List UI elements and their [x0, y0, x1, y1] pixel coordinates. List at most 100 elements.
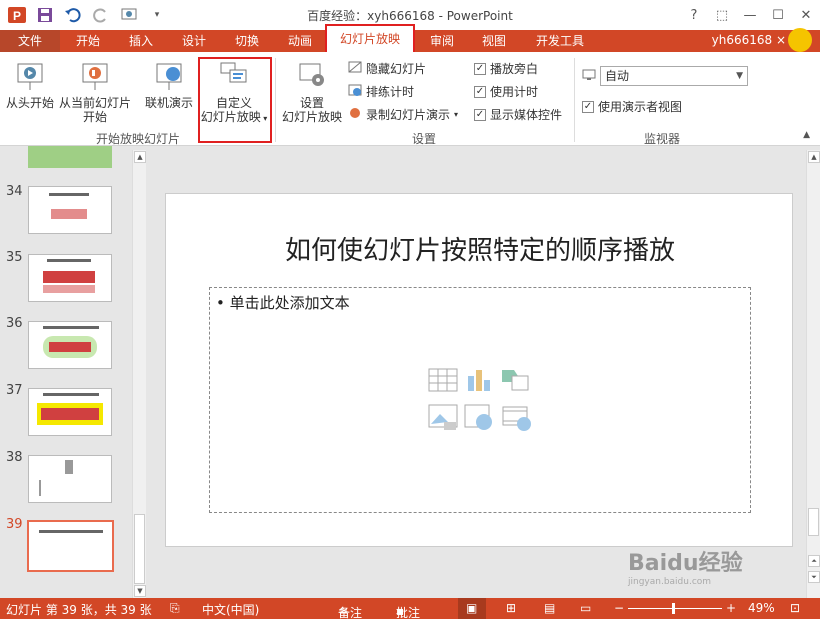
checkbox-checked-icon: ✓: [582, 100, 594, 113]
monitor-select-value: 自动: [605, 69, 630, 83]
status-bar: 幻灯片 第 39 张，共 39 张 ⎘ 中文(中国) ≐ 备注 ▪ 批注 ▣ ⊞…: [0, 598, 820, 619]
content-placeholder-text: • 单击此处添加文本: [216, 294, 350, 312]
notes-label: 备注: [338, 606, 363, 619]
avatar[interactable]: [788, 28, 812, 52]
record-slide-show-button[interactable]: 录制幻灯片演示 ▾: [348, 106, 458, 123]
slide-show-icon[interactable]: ▭: [580, 601, 591, 615]
insert-table-icon[interactable]: [428, 368, 458, 395]
ribbon: 从头开始 从当前幻灯片 开始 联机演示 自定义 幻灯片放映 ▾ 开始放映幻灯片 …: [0, 52, 820, 146]
watermark-text: Baidu经验: [628, 551, 743, 576]
slide-number: 35: [6, 250, 23, 265]
zoom-slider[interactable]: [628, 608, 722, 609]
dropdown-arrow-icon: ▾: [454, 110, 459, 119]
record-slide-show-icon: [348, 106, 362, 123]
minimize-button[interactable]: —: [736, 0, 764, 30]
tab-home[interactable]: 开始: [68, 30, 108, 52]
window-controls: ? ⬚ — ☐ ✕: [680, 0, 820, 30]
setup-label-1: 设置: [299, 96, 324, 110]
thumbnails-scrollbar[interactable]: ▲ ▼: [132, 150, 146, 598]
hide-slide-icon: [348, 60, 362, 77]
ribbon-separator: [275, 58, 276, 142]
scroll-down-icon[interactable]: ▼: [134, 585, 146, 597]
present-online-icon: [153, 60, 185, 92]
maximize-button[interactable]: ☐: [764, 0, 792, 30]
zoom-slider-thumb[interactable]: [672, 603, 675, 614]
tab-animations[interactable]: 动画: [280, 30, 320, 52]
present-online-button[interactable]: 联机演示: [140, 60, 198, 110]
rehearse-timings-label: 排练计时: [366, 85, 415, 99]
presenter-view-label: 使用演示者视图: [598, 100, 683, 114]
use-timings-label: 使用计时: [490, 85, 539, 99]
rehearse-timings-icon: [348, 83, 362, 100]
slide-number: 39: [6, 517, 23, 532]
use-timings-checkbox[interactable]: ✓ 使用计时: [474, 83, 538, 100]
insert-chart-icon[interactable]: [466, 366, 492, 395]
tab-insert[interactable]: 插入: [121, 30, 161, 52]
slide-canvas[interactable]: 如何使幻灯片按照特定的顺序播放 • 单击此处添加文本: [165, 193, 793, 547]
content-placeholder[interactable]: • 单击此处添加文本: [209, 287, 751, 513]
from-current-slide-icon: [79, 60, 111, 92]
zoom-out-icon[interactable]: −: [614, 601, 624, 615]
scroll-up-icon[interactable]: ▲: [134, 151, 146, 163]
next-slide-icon[interactable]: ⏷: [808, 571, 820, 583]
insert-video-icon[interactable]: [502, 404, 532, 435]
slide-thumbnails-pane: 34 35 36 37 38 39 ▲ ▼: [0, 146, 148, 598]
slide-thumbnail[interactable]: [28, 321, 112, 369]
ribbon-display-icon[interactable]: ⬚: [708, 0, 736, 30]
show-media-controls-checkbox[interactable]: ✓ 显示媒体控件: [474, 106, 562, 123]
chevron-down-icon: ▼: [736, 71, 743, 81]
slide-thumbnail-selected[interactable]: [27, 520, 114, 572]
slide-count: 幻灯片 第 39 张，共 39 张: [6, 603, 152, 617]
slide-thumbnail[interactable]: [28, 254, 112, 302]
from-current-slide-button[interactable]: 从当前幻灯片 开始: [58, 60, 132, 124]
reading-view-icon[interactable]: ▤: [544, 601, 555, 615]
from-beginning-button[interactable]: 从头开始: [4, 60, 56, 110]
scrollbar-thumb[interactable]: [134, 514, 145, 584]
tab-review[interactable]: 审阅: [422, 30, 462, 52]
monitor-icon: [582, 68, 596, 85]
zoom-in-icon[interactable]: +: [726, 601, 736, 615]
zoom-level[interactable]: 49%: [748, 601, 775, 615]
setup-label-2: 幻灯片放映: [281, 110, 342, 124]
slide-thumbnail[interactable]: [28, 186, 112, 234]
help-button[interactable]: ?: [680, 0, 708, 30]
slide-thumbnail[interactable]: [28, 388, 112, 436]
slide-thumbnail[interactable]: [28, 455, 112, 503]
setup-slide-show-button[interactable]: 设置 幻灯片放映: [280, 60, 344, 124]
scroll-up-icon[interactable]: ▲: [808, 151, 820, 163]
spell-check-icon[interactable]: ⎘: [170, 601, 180, 616]
group-label-start-slideshow: 开始放映幻灯片: [96, 132, 181, 146]
slide-title[interactable]: 如何使幻灯片按照特定的顺序播放: [166, 230, 794, 267]
close-button[interactable]: ✕: [792, 0, 820, 30]
slide-number: 38: [6, 450, 23, 465]
tab-file[interactable]: 文件: [0, 30, 60, 52]
from-current-label-2: 开始: [82, 110, 107, 124]
slide-thumbnail[interactable]: [28, 146, 112, 168]
group-label-setup: 设置: [412, 132, 437, 146]
insert-online-picture-icon[interactable]: [464, 404, 494, 435]
watermark-url: jingyan.baidu.com: [628, 577, 712, 587]
insert-smartart-icon[interactable]: [500, 366, 530, 395]
tab-developer[interactable]: 开发工具: [528, 30, 592, 52]
comments-label: 批注: [396, 606, 421, 619]
rehearse-timings-button[interactable]: 排练计时: [348, 83, 414, 100]
insert-picture-icon[interactable]: [428, 404, 458, 435]
tab-view[interactable]: 视图: [474, 30, 514, 52]
group-label-monitors: 监视器: [644, 132, 681, 146]
presenter-view-checkbox[interactable]: ✓ 使用演示者视图: [582, 98, 682, 115]
from-beginning-icon: [14, 60, 46, 92]
hide-slide-button[interactable]: 隐藏幻灯片: [348, 60, 426, 77]
highlight-box: [198, 57, 272, 143]
language-indicator[interactable]: 中文(中国): [202, 601, 259, 618]
slide-sorter-icon[interactable]: ⊞: [506, 601, 516, 615]
play-narrations-checkbox[interactable]: ✓ 播放旁白: [474, 60, 538, 77]
fit-slide-icon[interactable]: ⊡: [790, 601, 800, 615]
collapse-ribbon-icon[interactable]: ▲: [803, 130, 810, 140]
scrollbar-thumb[interactable]: [808, 508, 819, 536]
slide-scrollbar[interactable]: ▲ ⏶ ⏷: [806, 150, 820, 598]
monitor-select[interactable]: 自动 ▼: [600, 66, 748, 86]
previous-slide-icon[interactable]: ⏶: [808, 555, 820, 567]
tab-transitions[interactable]: 切换: [227, 30, 267, 52]
user-account[interactable]: yh666168 ×: [712, 33, 786, 47]
tab-design[interactable]: 设计: [174, 30, 214, 52]
